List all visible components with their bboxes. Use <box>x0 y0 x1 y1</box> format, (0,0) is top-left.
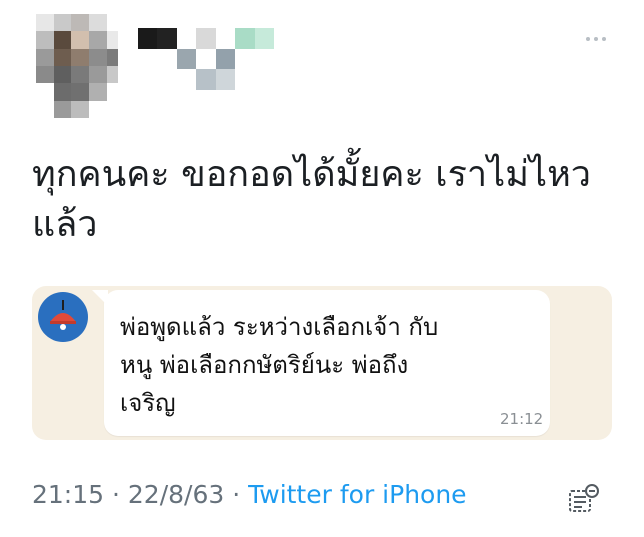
chat-timestamp: 21:12 <box>500 410 544 428</box>
tweet-source-link[interactable]: Twitter for iPhone <box>248 480 466 509</box>
red-lamp-icon <box>50 300 76 330</box>
tweet-meta: 21:15 · 22/8/63 · Twitter for iPhone <box>32 480 467 509</box>
tweet-date: 22/8/63 <box>127 480 225 509</box>
tweet-analytics-icon[interactable] <box>566 482 602 516</box>
display-name[interactable] <box>118 28 274 90</box>
chat-bubble-tail <box>92 290 108 306</box>
meta-separator: · <box>104 480 128 509</box>
tweet-time: 21:15 <box>32 480 105 509</box>
chat-message: พ่อพูดแล้ว ระหว่างเลือกเจ้า กับ หนู พ่อเ… <box>120 313 439 417</box>
lamp-avatar <box>38 292 88 342</box>
meta-separator: · <box>224 480 249 509</box>
tweet-text: ทุกคนคะ ขอกอดได้มั้ยคะ เราไม่ไหว แล้ว <box>32 154 592 245</box>
more-options-icon[interactable] <box>586 34 610 44</box>
